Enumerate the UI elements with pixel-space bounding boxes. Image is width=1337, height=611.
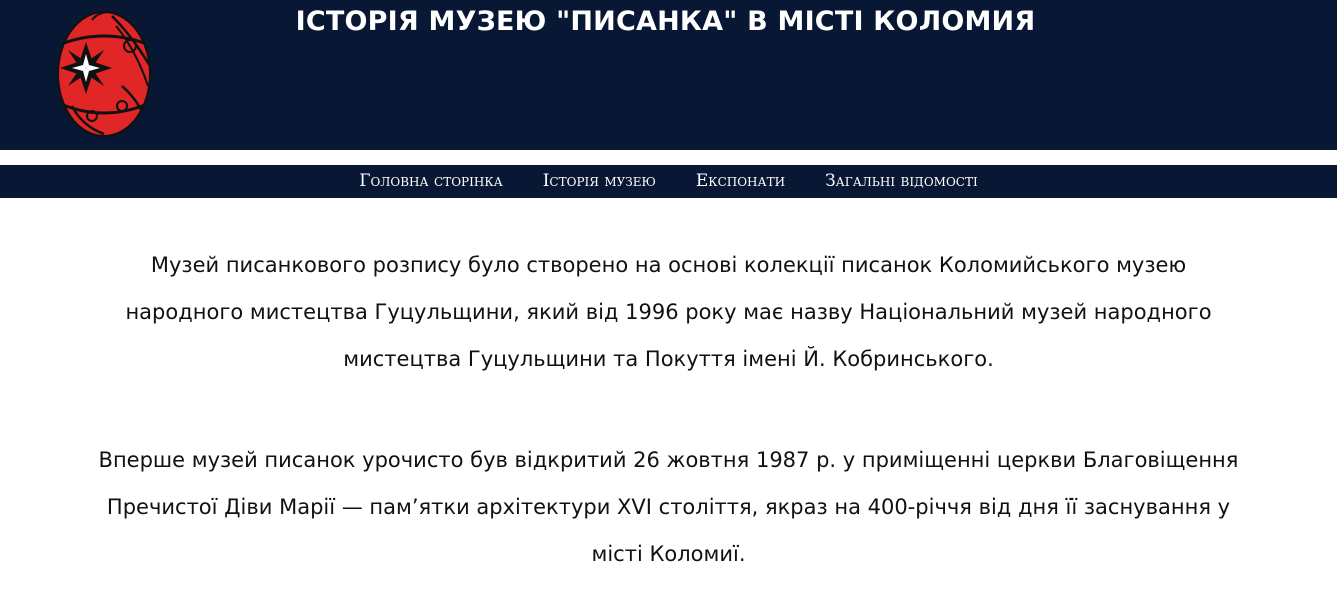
nav-item-exhibits[interactable]: Експонати: [696, 165, 785, 198]
history-paragraph-1: Музей писанкового розпису було створено …: [125, 253, 1212, 371]
history-paragraph-2: Вперше музей писанок урочисто був відкри…: [98, 448, 1239, 566]
nav-item-general-info[interactable]: Загальні відомості: [825, 165, 978, 198]
nav-item-museum-history[interactable]: Історія музею: [543, 165, 656, 198]
site-header: ІСТОРІЯ МУЗЕЮ "ПИСАНКА" В МІСТІ КОЛОМИЯ: [0, 0, 1337, 150]
nav-item-home[interactable]: Головна сторінка: [359, 165, 502, 198]
main-content: Музей писанкового розпису було створено …: [0, 242, 1337, 578]
main-nav: Головна сторінка Історія музею Експонати…: [0, 165, 1337, 198]
page-title: ІСТОРІЯ МУЗЕЮ "ПИСАНКА" В МІСТІ КОЛОМИЯ: [0, 4, 1337, 40]
page-title-text: ІСТОРІЯ МУЗЕЮ "ПИСАНКА" В МІСТІ КОЛОМИЯ: [295, 6, 1036, 37]
